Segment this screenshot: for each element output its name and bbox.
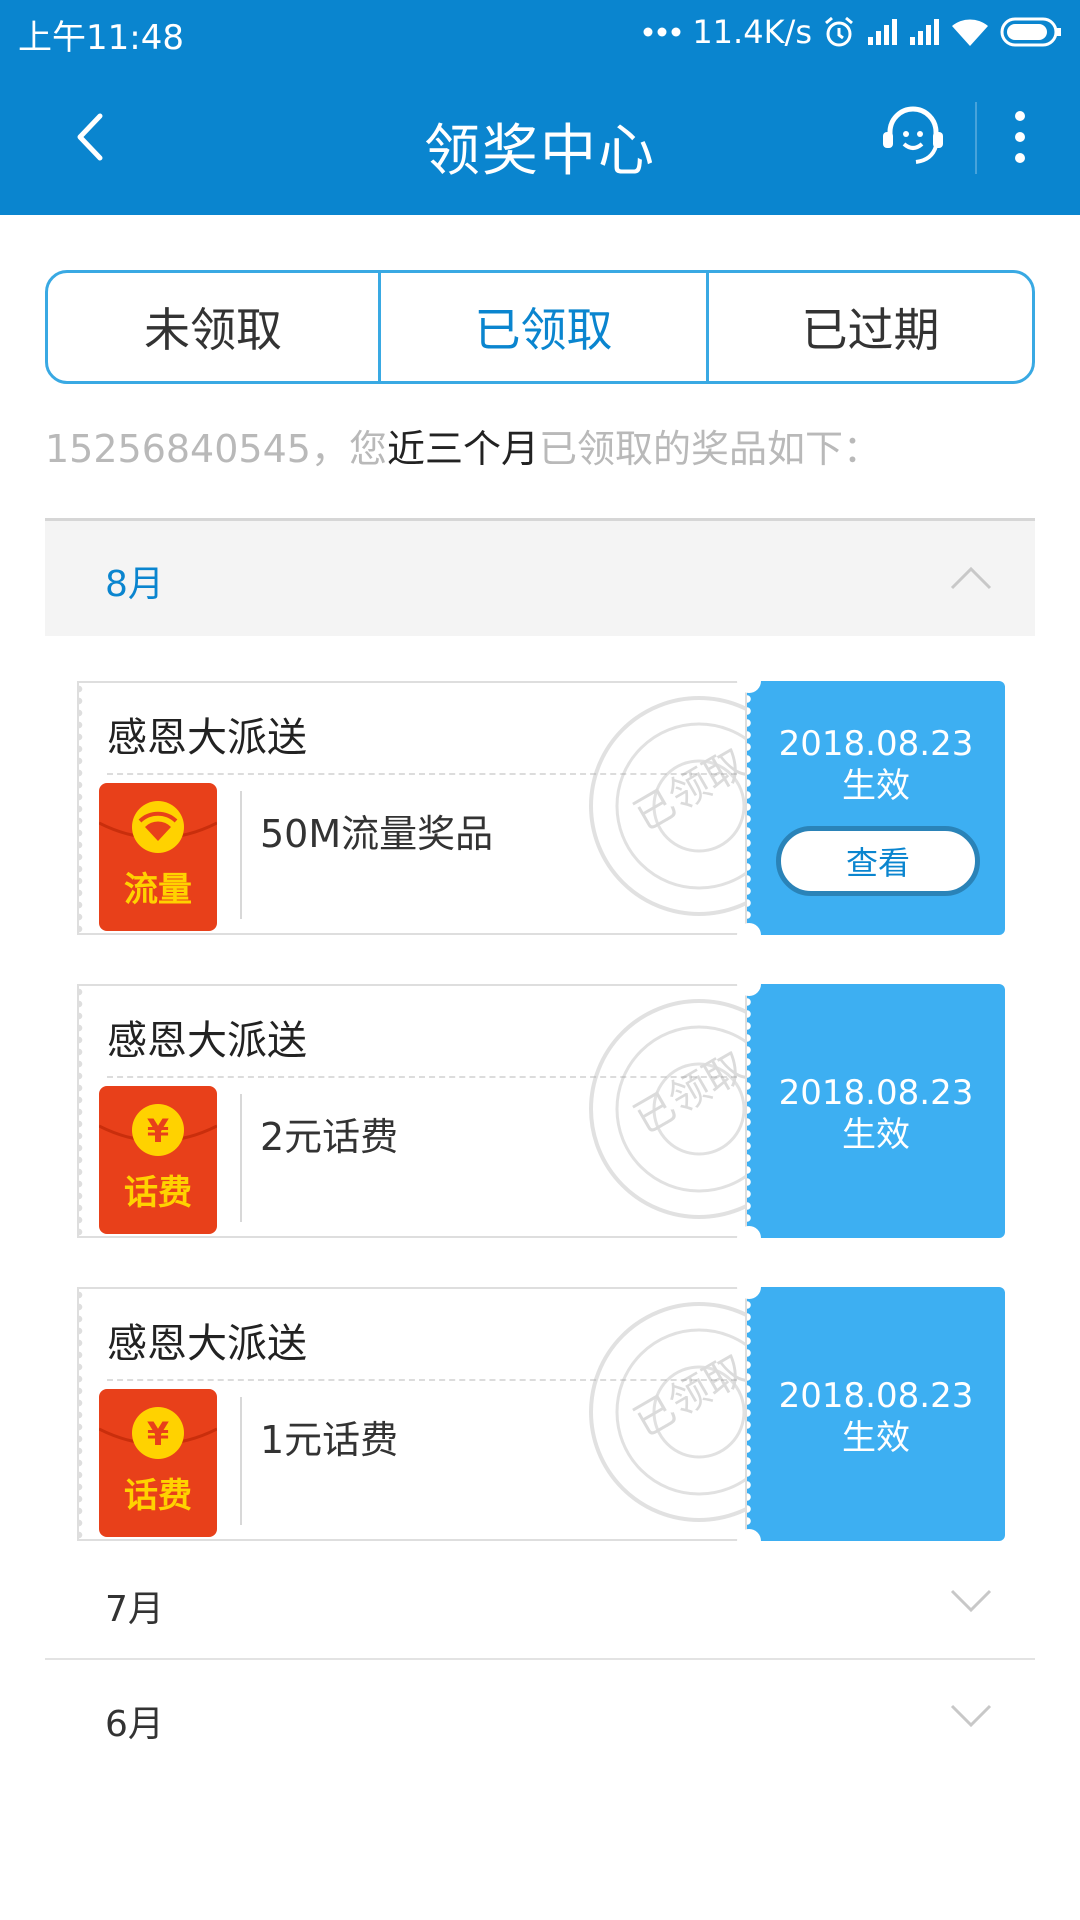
- card-perforation: [79, 683, 87, 933]
- prize-status: 生效: [842, 766, 910, 806]
- month-header-august[interactable]: 8月: [45, 518, 1035, 636]
- card-notch: [737, 1275, 761, 1299]
- card-icon-label: 话费: [124, 1476, 192, 1516]
- card-perforation: [79, 986, 87, 1236]
- prize-name: 50M流量奖品: [260, 812, 494, 856]
- card-divider: [240, 1397, 242, 1525]
- prize-card-side: [747, 681, 1005, 935]
- card-divider: [240, 791, 242, 919]
- prize-status: 生效: [842, 1115, 910, 1155]
- prize-card: 感恩大派送 ¥ 话费 2元话费 已领取 2018.08.23 生效: [77, 972, 1005, 1250]
- chevron-down-icon: [950, 1589, 992, 1613]
- tab-claimed[interactable]: 已领取: [378, 273, 706, 381]
- signal-icon-2: [910, 19, 939, 45]
- month-header-june[interactable]: 6月: [45, 1661, 1035, 1773]
- wifi-icon: [952, 19, 988, 46]
- view-button[interactable]: 查看: [776, 826, 980, 896]
- chevron-up-icon: [950, 566, 992, 590]
- prize-card-body: 感恩大派送 ¥ 话费 2元话费 已领取: [77, 984, 747, 1238]
- prize-card-title: 感恩大派送: [107, 715, 307, 761]
- more-vertical-icon[interactable]: [1005, 102, 1035, 172]
- battery-icon: [1000, 17, 1061, 47]
- nav-divider: [975, 102, 977, 174]
- prize-date: 2018.08.23: [778, 1073, 974, 1113]
- chevron-down-icon: [950, 1704, 992, 1728]
- status-bar: 上午11:48 11.4K/s: [0, 0, 1080, 62]
- claimed-stamp-icon: 已领取: [589, 999, 747, 1219]
- status-time: 上午11:48: [18, 18, 184, 58]
- card-side-perforation: [747, 681, 757, 935]
- phone-credit-icon: ¥ 话费: [99, 1389, 217, 1537]
- prize-status: 生效: [842, 1418, 910, 1458]
- card-notch: [737, 972, 761, 996]
- prize-card-body: 感恩大派送 流量 50M流量奖品 已领取: [77, 681, 747, 935]
- card-notch: [737, 1226, 761, 1250]
- prize-name: 2元话费: [260, 1115, 399, 1159]
- back-arrow-icon[interactable]: [62, 102, 122, 172]
- month-label: 7月: [105, 1589, 164, 1630]
- tab-bar: 未领取 已领取 已过期: [45, 270, 1035, 384]
- signal-icon-1: [868, 19, 897, 45]
- card-perforation: [79, 1289, 87, 1539]
- claimed-stamp-icon: 已领取: [589, 1302, 747, 1522]
- phone-credit-icon: ¥ 话费: [99, 1086, 217, 1234]
- summary-phone: 15256840545，您: [45, 427, 387, 471]
- navigation-bar: 领奖中心: [0, 62, 1080, 215]
- prize-date: 2018.08.23: [778, 724, 974, 764]
- alarm-icon: [825, 16, 853, 47]
- prize-card: 感恩大派送 ¥ 话费 1元话费 已领取 2018.08.23 生效: [77, 1275, 1005, 1553]
- prize-card: 感恩大派送 流量 50M流量奖品 已领取 2018.08.23 生效 查看: [77, 669, 1005, 947]
- divider: [45, 1658, 1035, 1660]
- card-icon-label: 话费: [124, 1173, 192, 1213]
- more-notifications-icon: [643, 27, 681, 37]
- card-icon-label: 流量: [124, 870, 192, 910]
- card-divider: [240, 1094, 242, 1222]
- tab-unclaimed[interactable]: 未领取: [48, 273, 378, 381]
- prize-card-title: 感恩大派送: [107, 1321, 307, 1367]
- summary-tail: 已领取的奖品如下：: [538, 427, 881, 471]
- svg-text:¥: ¥: [147, 1112, 169, 1150]
- prize-date: 2018.08.23: [778, 1376, 974, 1416]
- summary-highlight: 近三个月: [386, 427, 539, 471]
- stamp-text: 已领取: [627, 740, 747, 840]
- claimed-summary: 15256840545，您近三个月已领取的奖品如下：: [45, 418, 881, 473]
- month-label: 6月: [105, 1704, 164, 1745]
- prize-card-title: 感恩大派送: [107, 1018, 307, 1064]
- network-speed: 11.4K/s: [692, 13, 812, 51]
- svg-text:¥: ¥: [147, 1415, 169, 1453]
- claimed-stamp-icon: 已领取: [589, 696, 747, 916]
- customer-service-icon[interactable]: [880, 102, 946, 168]
- stamp-text: 已领取: [627, 1346, 747, 1446]
- card-notch: [737, 669, 761, 693]
- month-label: 8月: [105, 564, 164, 605]
- month-header-july[interactable]: 7月: [45, 1546, 1035, 1658]
- card-notch: [737, 923, 761, 947]
- prize-name: 1元话费: [260, 1418, 399, 1462]
- stamp-text: 已领取: [627, 1043, 747, 1143]
- data-traffic-icon: 流量: [99, 783, 217, 931]
- prize-card-body: 感恩大派送 ¥ 话费 1元话费 已领取: [77, 1287, 747, 1541]
- tab-expired[interactable]: 已过期: [706, 273, 1032, 381]
